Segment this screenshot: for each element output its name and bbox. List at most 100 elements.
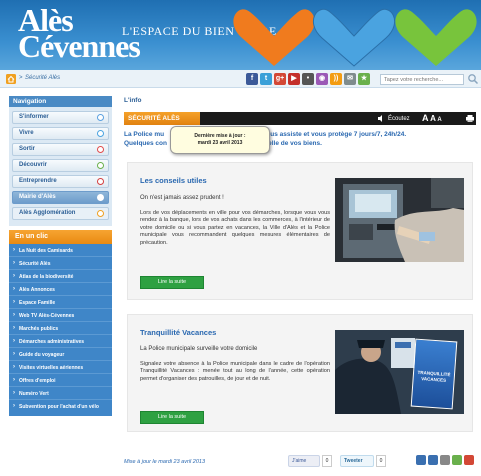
quick-links: En un clic La Nuit des Camisards Sécurit…: [9, 230, 112, 416]
like-label: J'aime: [292, 458, 307, 464]
section-bar: SÉCURITÉ ALÈS Écoutez A A A: [124, 112, 476, 125]
quick-link-ales-annonces[interactable]: Alès Annonces: [9, 283, 112, 296]
share-icon[interactable]: [416, 455, 426, 465]
favorite-icon[interactable]: ★: [358, 73, 370, 85]
social-icons: f t g+ ▶ • ◉)) ✉ ★: [246, 73, 370, 85]
nav-item-mairie-dales[interactable]: Mairie d'Alès: [12, 191, 109, 204]
speaker-icon[interactable]: [378, 115, 385, 122]
card-title[interactable]: Tranquillité Vacances: [140, 328, 216, 337]
breadcrumb[interactable]: Sécurité Alès: [25, 75, 60, 81]
text-size-small[interactable]: A: [437, 117, 441, 123]
vacances-poster: TRANQUILLITÉ VACANCES: [410, 338, 458, 410]
update-tooltip: Dernière mise à jour : mardi 23 avril 20…: [170, 126, 270, 154]
quick-link-web-tv[interactable]: Web TV Alès-Cévennes: [9, 309, 112, 322]
rss-icon[interactable]: )): [330, 73, 342, 85]
search-icon[interactable]: [467, 73, 479, 85]
quick-link-securite-ales[interactable]: Sécurité Alès: [9, 257, 112, 270]
card-lead: On n'est jamais assez prudent !: [140, 195, 224, 201]
nav-item-sinformer[interactable]: S'informer: [12, 111, 109, 124]
nav-item-decouvrir[interactable]: Découvrir: [12, 159, 109, 172]
search-input[interactable]: [380, 74, 464, 85]
tweet-button[interactable]: Tweeter: [340, 455, 374, 467]
nav-item-entreprendre[interactable]: Entreprendre: [12, 175, 109, 188]
picasa-icon[interactable]: ◉: [316, 73, 328, 85]
nav-item-label: Découvrir: [19, 162, 48, 168]
quick-link-espace-famille[interactable]: Espace Famille: [9, 296, 112, 309]
nav-item-label: Alès Agglomération: [19, 210, 76, 216]
tweet-label: Tweeter: [344, 458, 363, 464]
tooltip-label: Dernière mise à jour :: [194, 133, 246, 139]
quick-link-numero-vert[interactable]: Numéro Vert: [9, 387, 112, 400]
arrow-icon: [97, 162, 104, 169]
quick-link-offres-emploi[interactable]: Offres d'emploi: [9, 374, 112, 387]
print-icon[interactable]: [466, 115, 474, 122]
text-size-large[interactable]: A: [422, 113, 429, 123]
nav-item-sortir[interactable]: Sortir: [12, 143, 109, 156]
read-more-button[interactable]: Lire la suite: [140, 276, 204, 289]
tooltip-date: mardi 23 avril 2013: [197, 140, 243, 146]
nav-item-label: Sortir: [19, 146, 36, 152]
quick-link-atlas-biodiversite[interactable]: Atlas de la biodiversité: [9, 270, 112, 283]
nav-item-label: S'informer: [19, 114, 49, 120]
googleplus-icon[interactable]: g+: [274, 73, 286, 85]
site-header: Alès Cévennes L'ESPACE DU BIEN VIVRE: [0, 0, 481, 70]
tweet-count: 0: [376, 455, 386, 467]
green-heart-icon: [395, 9, 477, 67]
text-size-medium[interactable]: A: [430, 114, 436, 123]
quick-link-guide-voyageur[interactable]: Guide du voyageur: [9, 348, 112, 361]
arrow-icon: [97, 146, 104, 153]
read-more-button[interactable]: Lire la suite: [140, 411, 204, 424]
nav-title: Navigation: [9, 96, 112, 107]
poster-text: TRANQUILLITÉ VACANCES: [417, 369, 451, 383]
share-icon[interactable]: [428, 455, 438, 465]
youtube-icon[interactable]: ▶: [288, 73, 300, 85]
police-photo: TRANQUILLITÉ VACANCES: [335, 330, 464, 414]
share-icon[interactable]: [464, 455, 474, 465]
article-card: Tranquillité Vacances La Police municipa…: [127, 314, 473, 432]
arrow-icon: [97, 130, 104, 137]
quick-link-nuit-camisards[interactable]: La Nuit des Camisards: [9, 244, 112, 257]
flickr-icon[interactable]: •: [302, 73, 314, 85]
twitter-icon[interactable]: t: [260, 73, 272, 85]
card-title[interactable]: Les conseils utiles: [140, 176, 207, 185]
quick-link-visites-virtuelles[interactable]: Visites virtuelles aériennes: [9, 361, 112, 374]
last-updated: Mise à jour le mardi 23 avril 2013: [124, 459, 206, 465]
article-card: Les conseils utiles On n'est jamais asse…: [127, 162, 473, 300]
facebook-like-button[interactable]: J'aime: [288, 455, 320, 467]
content-label: L'info: [124, 97, 142, 104]
listen-link[interactable]: Écoutez: [388, 116, 410, 122]
quick-link-marches-publics[interactable]: Marchés publics: [9, 322, 112, 335]
quick-link-demarches[interactable]: Démarches administratives: [9, 335, 112, 348]
nav-menu: S'informer Vivre Sortir Découvrir Entrep…: [9, 107, 112, 226]
toolbar: > Sécurité Alès f t g+ ▶ • ◉)) ✉ ★: [0, 70, 481, 88]
arrow-icon: [97, 194, 104, 201]
atm-photo: [335, 178, 464, 262]
card-lead: La Police municipale surveille votre dom…: [140, 346, 258, 352]
section-title: SÉCURITÉ ALÈS: [124, 112, 200, 125]
text-size-controls: A A A: [422, 113, 442, 123]
nav-item-label: Vivre: [19, 130, 34, 136]
card-body: Signalez votre absence à la Police munic…: [140, 361, 330, 382]
sidebar: Navigation S'informer Vivre Sortir Décou…: [9, 96, 112, 416]
home-icon[interactable]: [6, 74, 16, 84]
breadcrumb-separator: >: [19, 75, 23, 81]
share-icons: [416, 455, 474, 465]
share-icon[interactable]: [440, 455, 450, 465]
quick-link-subvention-velo[interactable]: Subvention pour l'achat d'un vélo: [9, 400, 112, 413]
arrow-icon: [97, 178, 104, 185]
nav-item-label: Entreprendre: [19, 178, 57, 184]
orange-heart-icon: [233, 9, 315, 67]
nav-item-vivre[interactable]: Vivre: [12, 127, 109, 140]
nav-item-ales-agglomeration[interactable]: Alès Agglomération: [12, 207, 109, 220]
arrow-icon: [97, 210, 104, 217]
share-icon[interactable]: [452, 455, 462, 465]
arrow-icon: [97, 114, 104, 121]
hearts-decoration: [233, 8, 477, 67]
blue-heart-icon: [312, 8, 396, 67]
nav-item-label: Mairie d'Alès: [19, 194, 56, 200]
card-body: Lors de vos déplacements en ville pour v…: [140, 210, 330, 246]
facebook-icon[interactable]: f: [246, 73, 258, 85]
quick-links-title: En un clic: [9, 230, 112, 244]
mail-icon[interactable]: ✉: [344, 73, 356, 85]
like-count: 0: [322, 455, 332, 467]
